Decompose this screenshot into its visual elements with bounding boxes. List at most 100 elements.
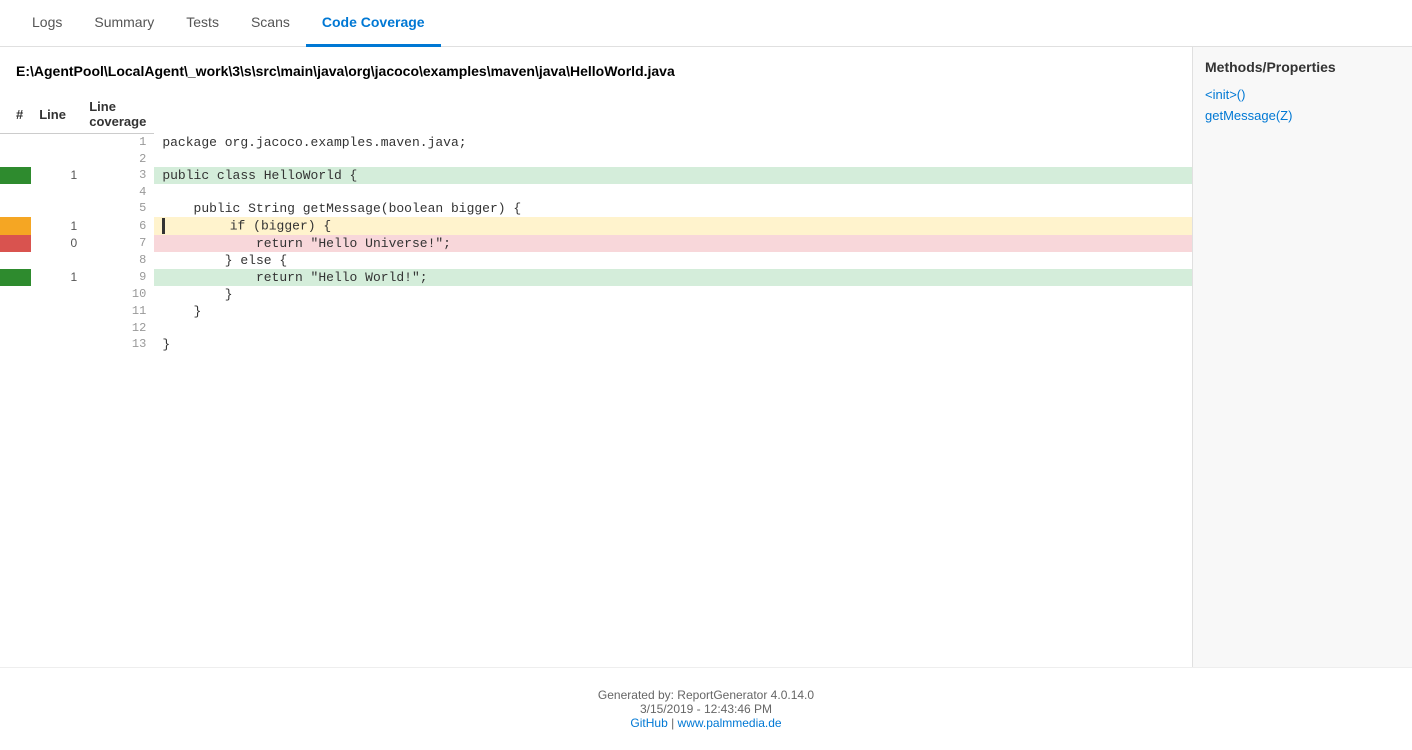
github-link[interactable]: GitHub [630, 716, 667, 730]
line-number: 10 [81, 286, 154, 303]
hit-count: 1 [31, 217, 81, 235]
methods-container: <init>() getMessage(Z) [1205, 87, 1400, 123]
line-number: 5 [81, 200, 154, 217]
code-text: } [162, 287, 232, 302]
code-text: } else { [162, 253, 287, 268]
table-row: 12 [0, 320, 1192, 336]
line-indicator [0, 303, 31, 320]
code-text: return "Hello World!"; [162, 270, 427, 285]
code-text: if (bigger) { [167, 218, 331, 233]
line-number: 9 [81, 269, 154, 286]
nav-bar: LogsSummaryTestsScansCode Coverage [0, 0, 1412, 47]
hit-count: 1 [31, 269, 81, 286]
col-header-coverage: Line coverage [81, 95, 154, 134]
code-panel: E:\AgentPool\LocalAgent\_work\3\s\src\ma… [0, 47, 1192, 667]
footer-generated: Generated by: ReportGenerator 4.0.14.0 [20, 688, 1392, 702]
nav-item-logs[interactable]: Logs [16, 0, 78, 47]
branch-marker [162, 218, 165, 234]
line-indicator [0, 167, 31, 184]
code-text: package org.jacoco.examples.maven.java; [162, 135, 466, 150]
palmmedia-link[interactable]: www.palmmedia.de [678, 716, 782, 730]
code-text: return "Hello Universe!"; [162, 236, 451, 251]
line-code: return "Hello World!"; [154, 269, 1192, 286]
line-indicator [0, 235, 31, 252]
footer-links: GitHub | www.palmmedia.de [20, 716, 1392, 730]
table-row: 10 } [0, 286, 1192, 303]
col-header-hash: # [0, 95, 31, 134]
line-indicator [0, 217, 31, 235]
line-number: 12 [81, 320, 154, 336]
main-layout: E:\AgentPool\LocalAgent\_work\3\s\src\ma… [0, 47, 1412, 667]
hit-count [31, 134, 81, 151]
hit-count: 1 [31, 167, 81, 184]
line-number: 1 [81, 134, 154, 151]
right-panel: Methods/Properties <init>() getMessage(Z) [1192, 47, 1412, 667]
line-number: 8 [81, 252, 154, 269]
table-row: 1 package org.jacoco.examples.maven.java; [0, 134, 1192, 151]
line-indicator [0, 252, 31, 269]
line-code: return "Hello Universe!"; [154, 235, 1192, 252]
line-number: 4 [81, 184, 154, 200]
table-row: 4 [0, 184, 1192, 200]
line-code: } else { [154, 252, 1192, 269]
line-code: if (bigger) { [154, 217, 1192, 235]
line-code: public String getMessage(boolean bigger)… [154, 200, 1192, 217]
line-indicator [0, 269, 31, 286]
line-indicator [0, 286, 31, 303]
line-code [154, 320, 1192, 336]
nav-item-code-coverage[interactable]: Code Coverage [306, 0, 441, 47]
code-table: # Line Line coverage 1 package org.jacoco… [0, 95, 1192, 353]
col-header-line: Line [31, 95, 81, 134]
table-row: 5 public String getMessage(boolean bigge… [0, 200, 1192, 217]
line-indicator [0, 336, 31, 353]
code-text: public class HelloWorld { [162, 168, 357, 183]
hit-count [31, 252, 81, 269]
line-indicator [0, 151, 31, 167]
code-text: } [162, 304, 201, 319]
code-text: } [162, 337, 170, 352]
footer: Generated by: ReportGenerator 4.0.14.0 3… [0, 667, 1412, 750]
line-number: 6 [81, 217, 154, 235]
hit-count [31, 200, 81, 217]
table-row: 19 return "Hello World!"; [0, 269, 1192, 286]
code-text: public String getMessage(boolean bigger)… [162, 201, 521, 216]
hit-count [31, 303, 81, 320]
table-row: 8 } else { [0, 252, 1192, 269]
nav-item-summary[interactable]: Summary [78, 0, 170, 47]
hit-count [31, 320, 81, 336]
line-number: 11 [81, 303, 154, 320]
table-row: 16 if (bigger) { [0, 217, 1192, 235]
method-link[interactable]: getMessage(Z) [1205, 108, 1400, 123]
line-number: 2 [81, 151, 154, 167]
right-panel-title: Methods/Properties [1205, 59, 1400, 75]
hit-count [31, 286, 81, 303]
line-code: public class HelloWorld { [154, 167, 1192, 184]
line-code: package org.jacoco.examples.maven.java; [154, 134, 1192, 151]
method-link[interactable]: <init>() [1205, 87, 1400, 102]
nav-item-scans[interactable]: Scans [235, 0, 306, 47]
table-row: 11 } [0, 303, 1192, 320]
line-number: 13 [81, 336, 154, 353]
line-code [154, 151, 1192, 167]
hit-count: 0 [31, 235, 81, 252]
nav-item-tests[interactable]: Tests [170, 0, 235, 47]
line-code: } [154, 336, 1192, 353]
line-number: 7 [81, 235, 154, 252]
table-row: 07 return "Hello Universe!"; [0, 235, 1192, 252]
line-code: } [154, 286, 1192, 303]
file-path: E:\AgentPool\LocalAgent\_work\3\s\src\ma… [0, 63, 1192, 95]
table-row: 13} [0, 336, 1192, 353]
table-row: 2 [0, 151, 1192, 167]
line-number: 3 [81, 167, 154, 184]
line-code [154, 184, 1192, 200]
hit-count [31, 151, 81, 167]
hit-count [31, 184, 81, 200]
line-indicator [0, 134, 31, 151]
footer-date: 3/15/2019 - 12:43:46 PM [20, 702, 1392, 716]
line-indicator [0, 320, 31, 336]
line-code: } [154, 303, 1192, 320]
line-indicator [0, 200, 31, 217]
table-row: 13 public class HelloWorld { [0, 167, 1192, 184]
hit-count [31, 336, 81, 353]
line-indicator [0, 184, 31, 200]
